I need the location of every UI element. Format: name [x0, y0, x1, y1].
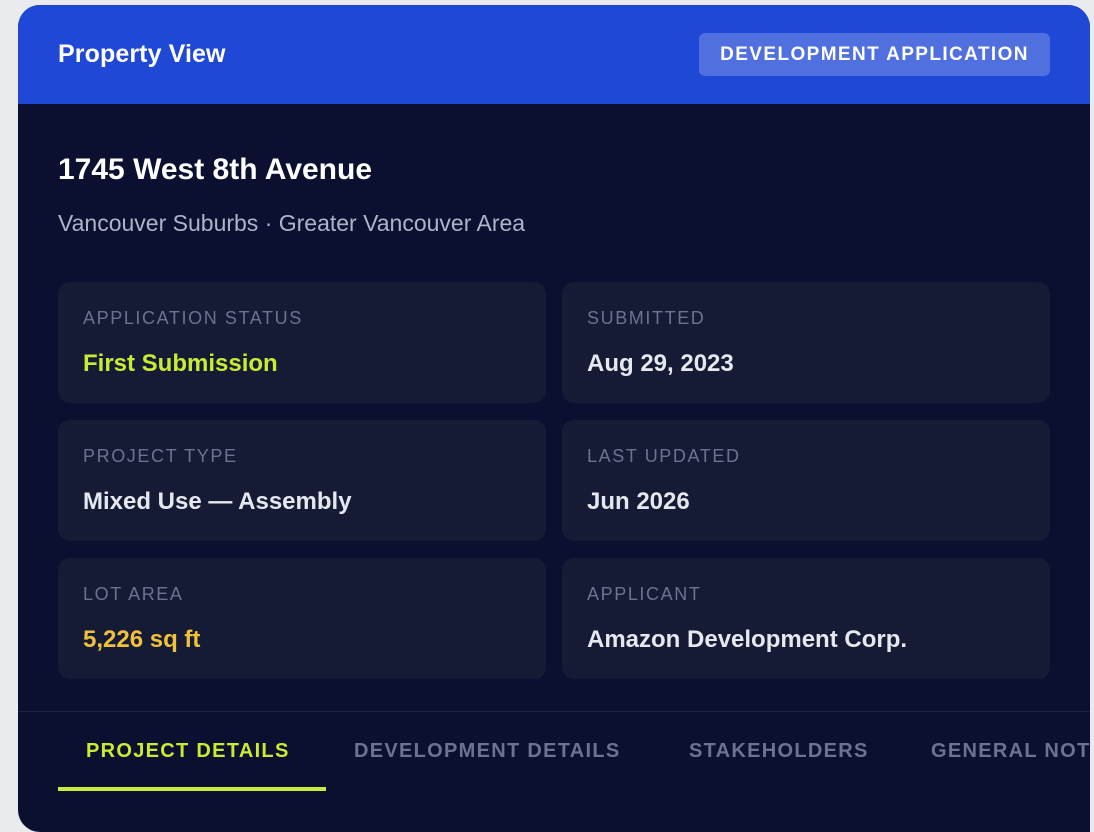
detail-label: APPLICANT — [587, 584, 702, 604]
property-address: 1745 West 8th Avenue — [58, 153, 373, 186]
detail-label: APPLICATION STATUS — [83, 308, 303, 328]
property-view-card: Property View DEVELOPMENT APPLICATION 17… — [18, 5, 1090, 832]
detail-label: SUBMITTED — [587, 308, 706, 328]
detail-label: PROJECT TYPE — [83, 446, 238, 466]
applicant-value: Amazon Development Corp. — [587, 626, 908, 653]
tab-project-details[interactable]: PROJECT DETAILS — [86, 740, 290, 763]
last-updated-value: Jun 2026 — [587, 488, 690, 515]
detail-label: LOT AREA — [83, 584, 184, 604]
property-location: Vancouver Suburbs · Greater Vancouver Ar… — [58, 210, 526, 236]
active-tab-indicator — [58, 787, 326, 791]
detail-tile-applicant: APPLICANT Amazon Development Corp. — [562, 558, 1050, 679]
detail-tile-application-status: APPLICATION STATUS First Submission — [58, 282, 546, 403]
detail-tile-last-updated: LAST UPDATED Jun 2026 — [562, 420, 1050, 541]
tab-development-details[interactable]: DEVELOPMENT DETAILS — [354, 740, 621, 763]
detail-tile-submitted: SUBMITTED Aug 29, 2023 — [562, 282, 1050, 403]
project-type-value: Mixed Use — Assembly — [83, 488, 352, 515]
card-header: Property View DEVELOPMENT APPLICATION — [18, 5, 1090, 104]
tab-stakeholders[interactable]: STAKEHOLDERS — [689, 740, 869, 763]
detail-tile-lot-area: LOT AREA 5,226 sq ft — [58, 558, 546, 679]
page-title: Property View — [58, 40, 226, 68]
tab-bar: PROJECT DETAILS DEVELOPMENT DETAILS STAK… — [18, 711, 1090, 832]
tab-general-notes[interactable]: GENERAL NOT — [931, 740, 1090, 763]
detail-label: LAST UPDATED — [587, 446, 741, 466]
detail-tile-project-type: PROJECT TYPE Mixed Use — Assembly — [58, 420, 546, 541]
submitted-date: Aug 29, 2023 — [587, 350, 734, 377]
lot-area-value: 5,226 sq ft — [83, 626, 201, 653]
application-type-badge: DEVELOPMENT APPLICATION — [699, 33, 1050, 76]
status-value: First Submission — [83, 350, 278, 377]
